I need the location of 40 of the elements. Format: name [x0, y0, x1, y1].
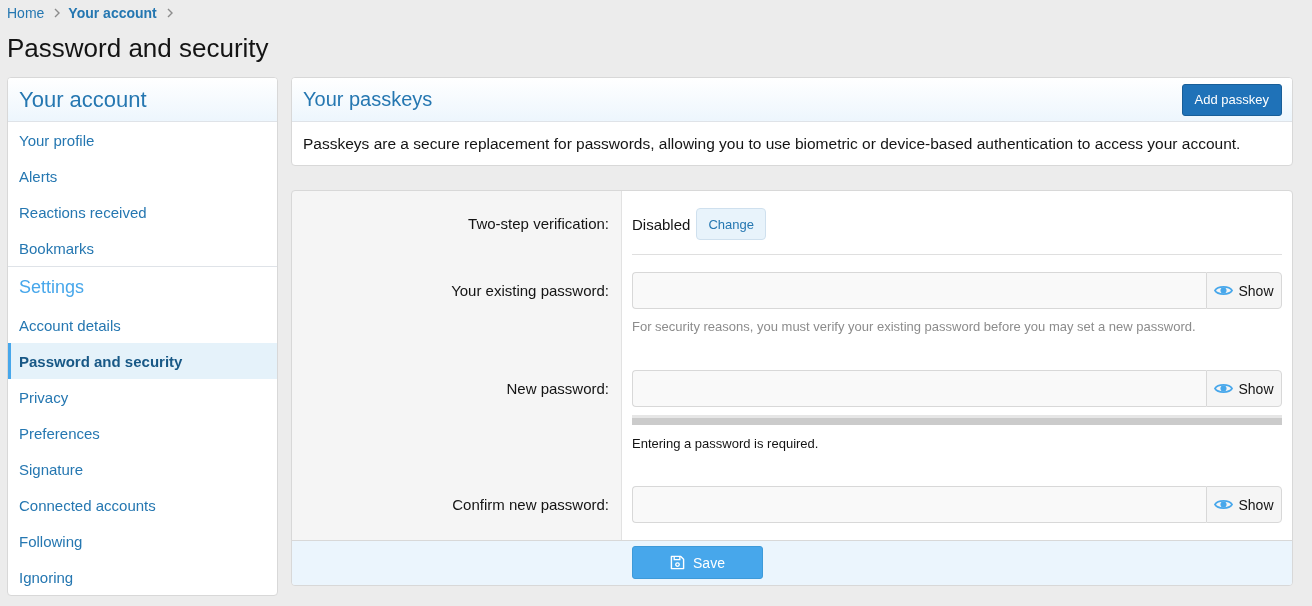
- field-hint: For security reasons, you must verify your existing password before you may set a new password.: [632, 318, 1197, 336]
- password-field[interactable]: [632, 370, 1206, 407]
- sidebar-item[interactable]: Alerts: [8, 158, 277, 194]
- sidebar-item[interactable]: Signature: [8, 451, 277, 487]
- sidebar-item[interactable]: Account details: [8, 307, 277, 343]
- page-title: Password and security: [7, 32, 269, 64]
- password-field[interactable]: [632, 272, 1206, 309]
- passkeys-description: Passkeys are a secure replacement for passwords, allowing you to use biometric or device-based authentication to access your account.: [302, 134, 1242, 154]
- sidebar-item[interactable]: Your profile: [8, 122, 277, 158]
- show-password-button[interactable]: Show: [1206, 370, 1282, 407]
- form-label: Your existing password:: [451, 281, 609, 301]
- sidebar-item[interactable]: Reactions received: [8, 194, 277, 230]
- sidebar-item[interactable]: Preferences: [8, 415, 277, 451]
- sidebar-item[interactable]: Password and security: [8, 343, 277, 379]
- breadcrumb-link[interactable]: Your account: [68, 5, 157, 21]
- breadcrumb-link[interactable]: Home: [7, 5, 45, 21]
- sidebar-item[interactable]: Privacy: [8, 379, 277, 415]
- save-button[interactable]: Save: [632, 546, 763, 579]
- change-button[interactable]: Change: [696, 208, 766, 240]
- sidebar-item[interactable]: Following: [8, 523, 277, 559]
- passkeys-title: Your passkeys: [303, 88, 433, 111]
- sidebar-title: Your account: [19, 86, 147, 113]
- chevron-icon: [166, 8, 173, 18]
- eye-icon: [1214, 284, 1234, 297]
- sidebar-item[interactable]: Ignoring: [8, 559, 277, 595]
- eye-icon: [1214, 382, 1234, 395]
- status-text: Disabled: [632, 215, 691, 233]
- eye-icon: [1214, 498, 1234, 511]
- sidebar-section-heading: Settings: [19, 276, 85, 298]
- chevron-icon: [54, 8, 61, 18]
- show-password-button[interactable]: Show: [1206, 272, 1282, 309]
- password-field[interactable]: [632, 486, 1206, 523]
- form-label: Confirm new password:: [452, 495, 609, 515]
- form-label: Two-step verification:: [468, 214, 609, 234]
- sidebar-item[interactable]: Bookmarks: [8, 230, 277, 266]
- add-passkey-button[interactable]: Add passkey: [1181, 83, 1282, 116]
- sidebar-item[interactable]: Connected accounts: [8, 487, 277, 523]
- form-label: New password:: [506, 379, 609, 399]
- show-password-button[interactable]: Show: [1206, 486, 1282, 523]
- password-requirement-message: Entering a password is required.: [632, 435, 820, 453]
